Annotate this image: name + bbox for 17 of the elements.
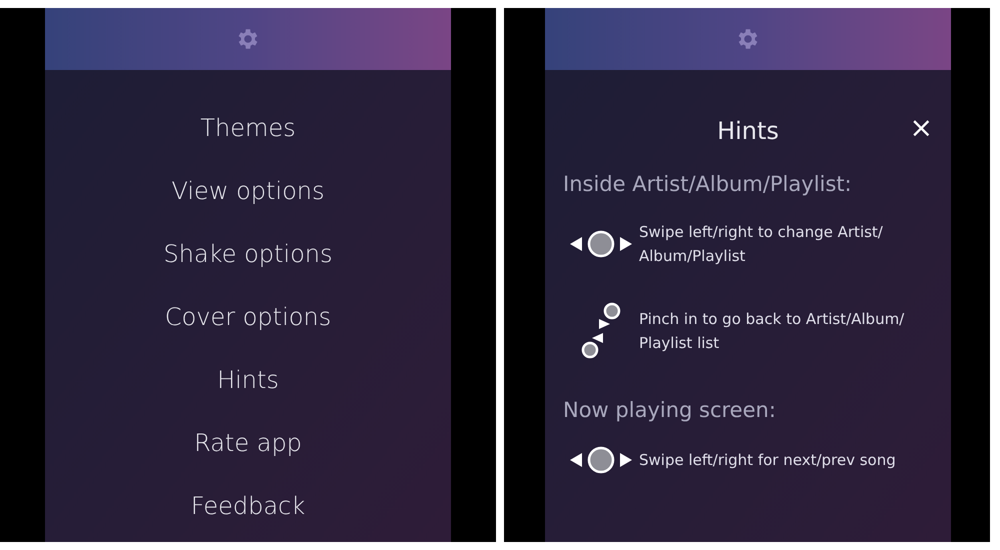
swipe-gesture-icon — [570, 446, 632, 474]
close-button[interactable]: × — [910, 114, 933, 142]
menu-item[interactable]: Themes — [200, 112, 296, 144]
dialog-title: Hints — [717, 116, 779, 147]
menu-item[interactable]: Hints — [217, 364, 279, 396]
section-heading: Inside Artist/Album/Playlist: — [563, 171, 853, 198]
section-heading: Now playing screen: — [563, 397, 777, 424]
hint-text: Swipe left/right to change Artist/ Album/Playlist — [639, 222, 884, 267]
menu-item[interactable]: Shake options — [164, 238, 332, 270]
pinch-gesture-icon — [581, 302, 621, 360]
swipe-gesture-icon — [570, 230, 632, 258]
menu-item[interactable]: View options — [172, 175, 324, 207]
hint-text: Swipe left/right for next/prev song — [639, 450, 897, 471]
hint-text: Pinch in to go back to Artist/Album/ Playlist list — [639, 309, 906, 354]
menu-item[interactable]: Cover options — [164, 301, 332, 333]
menu-item[interactable]: Rate app — [194, 427, 302, 459]
menu-item[interactable]: Feedback — [190, 490, 306, 522]
